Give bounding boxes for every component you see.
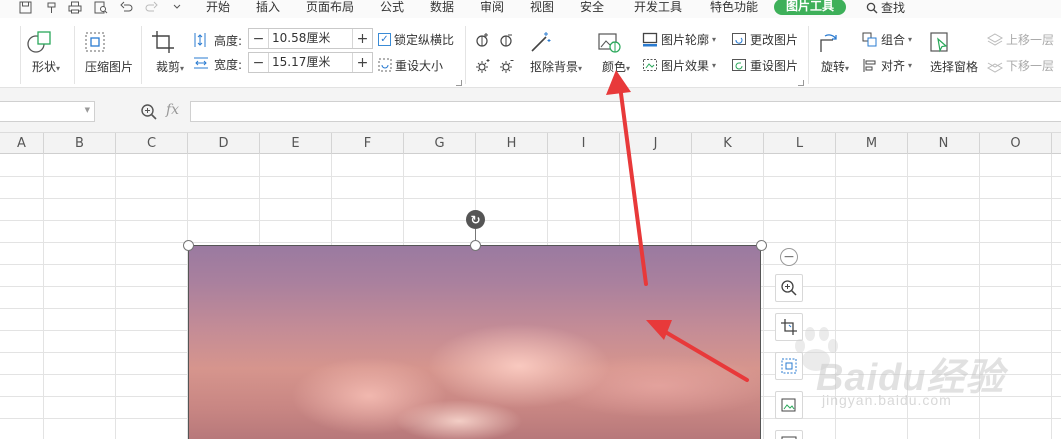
annotation-arrows (606, 70, 749, 382)
red-arrowhead-left (646, 320, 672, 340)
red-arrow-to-color-button (618, 84, 648, 286)
red-arrowhead-up (606, 70, 631, 95)
red-arrow-to-picture (660, 328, 749, 382)
